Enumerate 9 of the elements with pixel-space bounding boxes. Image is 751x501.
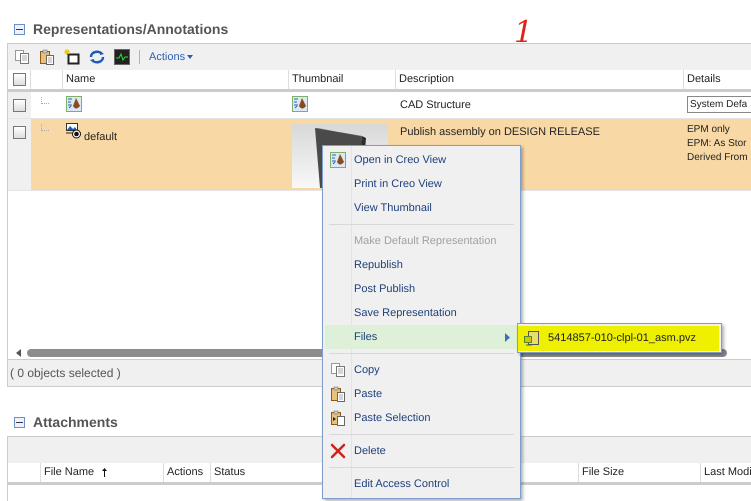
details-line: EPM only — [687, 123, 730, 137]
section-title: Representations/Annotations — [33, 20, 228, 39]
section-title: Attachments — [33, 412, 118, 432]
description-cell-text: Publish assembly on DESIGN RELEASE — [400, 125, 600, 140]
details-line: EPM: As Stor — [687, 137, 746, 151]
selection-status: ( 0 objects selected ) — [10, 365, 121, 382]
annotation-mark: 1 — [514, 18, 534, 48]
details-line: Derived From — [687, 151, 748, 165]
description-cell-text: CAD Structure — [400, 98, 471, 113]
